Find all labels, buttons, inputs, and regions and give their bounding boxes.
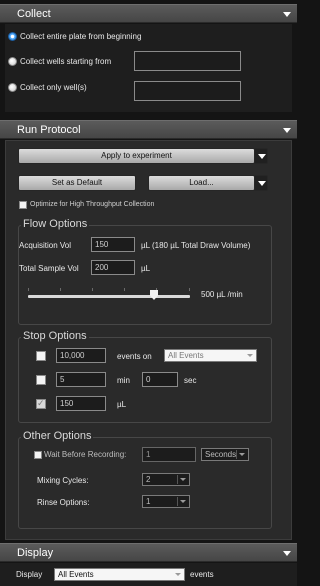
chevron-down-icon[interactable] <box>283 12 291 17</box>
run-protocol-section-header[interactable]: Run Protocol <box>0 120 297 139</box>
mixing-cycles-label: Mixing Cycles: <box>37 476 89 485</box>
stop-events-checkbox[interactable] <box>36 351 46 361</box>
slider-tick <box>189 288 190 291</box>
collect-only-wells-input[interactable] <box>134 81 241 101</box>
total-sample-vol-unit: µL <box>141 264 151 273</box>
select-separator <box>236 450 237 459</box>
collect-wells-from-radio[interactable] <box>8 57 17 66</box>
flow-rate-slider[interactable] <box>28 285 190 301</box>
collect-section-header[interactable]: Collect <box>0 4 297 23</box>
chevron-down-icon[interactable] <box>283 551 291 556</box>
flow-rate-label: 500 µL /min <box>201 290 243 299</box>
collect-only-wells-radio[interactable] <box>8 83 17 92</box>
collect-title: Collect <box>17 8 51 20</box>
load-dropdown-arrow-icon[interactable] <box>254 175 268 191</box>
wait-unit-select[interactable]: Seconds <box>201 448 249 461</box>
select-separator <box>177 497 178 506</box>
events-on-label: events on <box>117 352 152 361</box>
display-label: Display <box>16 570 43 579</box>
display-section-header[interactable]: Display <box>0 543 297 562</box>
display-panel: Display All Events events <box>0 563 297 586</box>
rinse-options-label: Rinse Options: <box>37 498 90 507</box>
stop-volume-input[interactable]: 150 <box>56 396 106 411</box>
optimize-label: Optimize for High Throughput Collection <box>30 201 155 208</box>
slider-track <box>28 295 190 298</box>
run-protocol-title: Run Protocol <box>17 124 81 136</box>
apply-to-experiment-button[interactable]: Apply to experiment <box>18 148 255 164</box>
stop-volume-checkbox[interactable] <box>36 398 46 409</box>
display-suffix: events <box>190 570 214 579</box>
display-select[interactable]: All Events <box>54 568 185 581</box>
collect-panel: Collect entire plate from beginning Coll… <box>5 24 292 112</box>
collect-only-wells-label: Collect only well(s) <box>20 83 87 92</box>
stop-volume-unit: µL <box>117 400 127 409</box>
collect-wells-from-label: Collect wells starting from <box>20 57 112 66</box>
slider-tick <box>28 288 29 291</box>
slider-tick <box>60 288 61 291</box>
display-title: Display <box>17 547 54 559</box>
total-sample-vol-label: Total Sample Vol <box>19 264 79 273</box>
optimize-checkbox[interactable] <box>19 201 27 209</box>
chevron-down-icon <box>180 478 186 481</box>
rinse-options-value: 1 <box>146 497 151 506</box>
stop-events-input[interactable]: 10,000 <box>56 348 106 363</box>
rinse-options-select[interactable]: 1 <box>142 495 190 508</box>
collect-entire-plate-label: Collect entire plate from beginning <box>20 32 142 41</box>
stop-time-checkbox[interactable] <box>36 375 46 385</box>
chevron-down-icon <box>239 453 245 456</box>
wait-unit-select-value: Seconds <box>205 450 237 459</box>
set-as-default-button[interactable]: Set as Default <box>18 175 136 191</box>
acquisition-vol-suffix: µL (180 µL Total Draw Volume) <box>141 241 251 250</box>
slider-tick <box>124 288 125 291</box>
chevron-down-icon <box>180 500 186 503</box>
sec-label: sec <box>184 376 197 385</box>
chevron-down-icon[interactable] <box>283 128 291 133</box>
run-protocol-panel: Apply to experiment Set as Default Load.… <box>5 140 292 540</box>
min-label: min <box>117 376 130 385</box>
mixing-cycles-value: 2 <box>146 475 151 484</box>
acquisition-vol-input[interactable]: 150 <box>91 237 135 252</box>
wait-value-input[interactable]: 1 <box>142 447 196 462</box>
acquisition-vol-label: Acquisition Vol <box>19 241 72 250</box>
display-select-value: All Events <box>58 570 94 579</box>
stop-options-title: Stop Options <box>21 330 89 343</box>
apply-dropdown-arrow-icon[interactable] <box>254 148 268 164</box>
wait-before-recording-label: Wait Before Recording: <box>44 450 127 459</box>
slider-thumb[interactable] <box>150 290 158 300</box>
stop-events-select[interactable]: All Events <box>164 349 257 362</box>
mixing-cycles-select[interactable]: 2 <box>142 473 190 486</box>
select-separator <box>177 475 178 484</box>
collect-entire-plate-radio[interactable] <box>8 32 17 41</box>
collect-wells-from-input[interactable] <box>134 51 241 71</box>
chevron-down-icon <box>175 573 181 576</box>
stop-events-select-value: All Events <box>168 351 204 360</box>
slider-tick <box>92 288 93 291</box>
flow-options-title: Flow Options <box>21 218 90 231</box>
stop-seconds-input[interactable]: 0 <box>142 372 178 387</box>
load-button[interactable]: Load... <box>148 175 255 191</box>
other-options-title: Other Options <box>21 430 94 443</box>
stop-minutes-input[interactable]: 5 <box>56 372 106 387</box>
total-sample-vol-input[interactable]: 200 <box>91 260 135 275</box>
flow-options-group <box>18 225 272 325</box>
wait-before-recording-checkbox[interactable] <box>34 451 42 459</box>
chevron-down-icon <box>247 354 253 357</box>
